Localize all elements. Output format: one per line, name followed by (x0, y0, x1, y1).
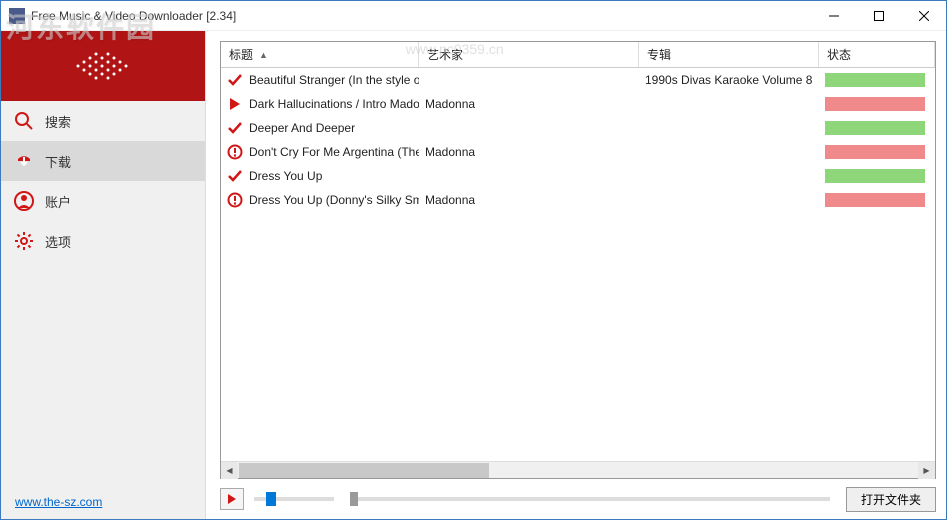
sidebar-item-label: 下载 (45, 152, 71, 171)
progress-bar (825, 169, 925, 183)
app-icon (9, 8, 25, 24)
progress-bar (825, 121, 925, 135)
table-row[interactable]: Deeper And Deeper (221, 116, 935, 140)
minimize-button[interactable] (811, 1, 856, 30)
progress-bar (825, 193, 925, 207)
check-icon (227, 72, 243, 88)
search-icon (13, 110, 35, 132)
title-text: Beautiful Stranger (In the style of ... (249, 73, 419, 87)
open-folder-button[interactable]: 打开文件夹 (846, 487, 936, 512)
column-header-artist[interactable]: 艺术家 (419, 42, 639, 67)
logo-area (1, 31, 205, 101)
maximize-button[interactable] (856, 1, 901, 30)
sidebar-item-account[interactable]: 账户 (1, 181, 205, 221)
cell-album: 1990s Divas Karaoke Volume 8 (639, 73, 819, 87)
close-button[interactable] (901, 1, 946, 30)
volume-slider[interactable] (254, 497, 334, 501)
error-icon (227, 144, 243, 160)
sort-ascending-icon: ▲ (259, 50, 268, 60)
table-row[interactable]: Dress You Up (Donny's Silky Sm...Madonna (221, 188, 935, 212)
sidebar-item-label: 选项 (45, 232, 71, 251)
title-text: Dress You Up (249, 169, 322, 183)
progress-bar (825, 73, 925, 87)
cell-title: Dress You Up (Donny's Silky Sm... (221, 192, 419, 208)
title-text: Dress You Up (Donny's Silky Sm... (249, 193, 419, 207)
cell-status (819, 169, 935, 183)
account-icon (13, 190, 35, 212)
scrollbar-thumb[interactable] (239, 463, 489, 478)
cell-title: Don't Cry For Me Argentina (The ... (221, 144, 419, 160)
download-icon (13, 150, 35, 172)
sidebar-item-search[interactable]: 搜索 (1, 101, 205, 141)
table-row[interactable]: Beautiful Stranger (In the style of ... 1… (221, 68, 935, 92)
table-header: 标题 ▲ 艺术家 专辑 状态 (221, 42, 935, 68)
title-text: Don't Cry For Me Argentina (The ... (249, 145, 419, 159)
table-row[interactable]: Dark Hallucinations / Intro Mado...Madon… (221, 92, 935, 116)
sidebar-item-download[interactable]: 下载 (1, 141, 205, 181)
column-header-title[interactable]: 标题 ▲ (221, 42, 419, 67)
seek-slider[interactable] (350, 497, 830, 501)
sidebar-item-label: 搜索 (45, 112, 71, 131)
cell-artist: Madonna (419, 145, 639, 159)
sidebar: 搜索 下载 账户 选项 www.the-sz. (1, 31, 206, 519)
sidebar-item-label: 账户 (45, 192, 71, 211)
website-link[interactable]: www.the-sz.com (1, 485, 205, 519)
cell-artist: Madonna (419, 97, 639, 111)
titlebar: Free Music & Video Downloader [2.34] (1, 1, 946, 31)
check-icon (227, 120, 243, 136)
scroll-left-arrow[interactable]: ◀ (221, 462, 238, 479)
cell-status (819, 73, 935, 87)
cell-title: Dark Hallucinations / Intro Mado... (221, 96, 419, 112)
downloads-table: 标题 ▲ 艺术家 专辑 状态 Beautiful Stranger (In th… (220, 41, 936, 479)
progress-bar (825, 97, 925, 111)
gear-icon (13, 230, 35, 252)
play-button[interactable] (220, 488, 244, 510)
title-text: Deeper And Deeper (249, 121, 355, 135)
cell-artist: Madonna (419, 193, 639, 207)
title-text: Dark Hallucinations / Intro Mado... (249, 97, 419, 111)
seek-thumb[interactable] (350, 492, 358, 506)
scroll-right-arrow[interactable]: ▶ (918, 462, 935, 479)
window-title: Free Music & Video Downloader [2.34] (31, 9, 811, 23)
logo-icon (68, 44, 138, 88)
cell-status (819, 121, 935, 135)
horizontal-scrollbar[interactable]: ◀ ▶ (221, 461, 935, 478)
play-icon (227, 96, 243, 112)
progress-bar (825, 145, 925, 159)
cell-status (819, 97, 935, 111)
volume-thumb[interactable] (266, 492, 276, 506)
table-row[interactable]: Don't Cry For Me Argentina (The ...Madon… (221, 140, 935, 164)
sidebar-item-options[interactable]: 选项 (1, 221, 205, 261)
cell-title: Deeper And Deeper (221, 120, 419, 136)
cell-title: Dress You Up (221, 168, 419, 184)
table-row[interactable]: Dress You Up (221, 164, 935, 188)
column-header-album[interactable]: 专辑 (639, 42, 819, 67)
cell-status (819, 193, 935, 207)
cell-status (819, 145, 935, 159)
check-icon (227, 168, 243, 184)
error-icon (227, 192, 243, 208)
player-bar: 打开文件夹 (220, 479, 936, 511)
column-header-status[interactable]: 状态 (819, 42, 935, 67)
cell-title: Beautiful Stranger (In the style of ... (221, 72, 419, 88)
